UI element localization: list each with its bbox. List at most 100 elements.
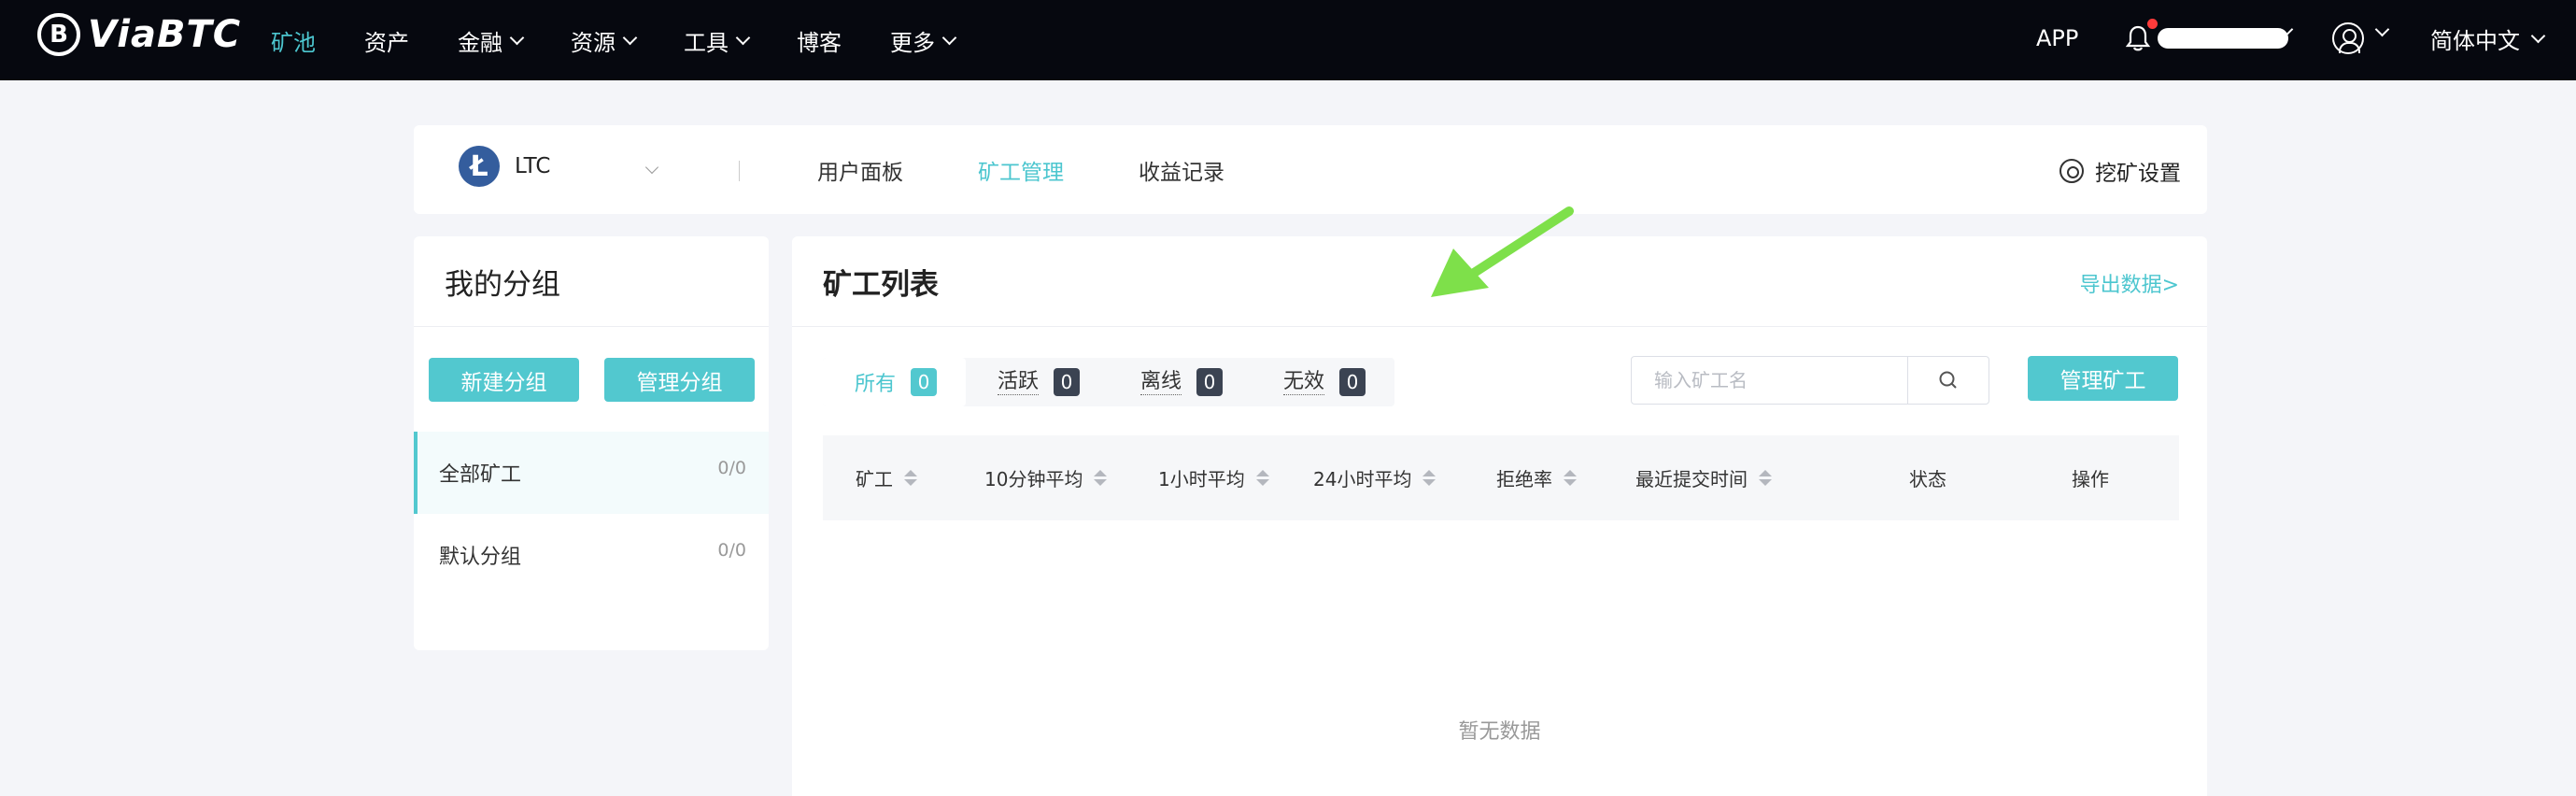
gear-icon bbox=[2059, 159, 2084, 183]
language-selector[interactable]: 简体中文 bbox=[2430, 22, 2546, 55]
litecoin-icon: Ł bbox=[459, 146, 500, 187]
column-1h-avg[interactable]: 1小时平均 bbox=[1158, 435, 1269, 520]
tab-all[interactable]: 所有 0 bbox=[823, 358, 966, 406]
notification-dot bbox=[2147, 19, 2158, 29]
group-label: 默认分组 bbox=[439, 546, 522, 569]
group-count: 0/0 bbox=[717, 540, 746, 561]
nav-item-assets[interactable]: 资产 bbox=[364, 24, 409, 57]
group-item-all[interactable]: 全部矿工 0/0 bbox=[414, 432, 769, 514]
column-label: 状态 bbox=[1909, 468, 1946, 490]
search-icon bbox=[1939, 371, 1957, 389]
sort-icon[interactable] bbox=[904, 470, 917, 486]
tab-miner-management[interactable]: 矿工管理 bbox=[978, 154, 1064, 186]
coin-selector[interactable]: Ł LTC bbox=[459, 146, 550, 187]
annotation-arrow bbox=[1431, 206, 1574, 297]
group-item-default[interactable]: 默认分组 0/0 bbox=[414, 514, 769, 596]
mining-settings-button[interactable]: 挖矿设置 bbox=[2059, 155, 2181, 187]
nav-item-blog[interactable]: 博客 bbox=[797, 24, 842, 57]
divider bbox=[414, 326, 769, 327]
nav-item-label: 资产 bbox=[364, 29, 409, 56]
nav-item-label: 工具 bbox=[684, 29, 729, 56]
chevron-down-icon bbox=[735, 30, 751, 45]
nav-item-label: 更多 bbox=[890, 29, 935, 56]
main-nav: 矿池 资产 金融 资源 工具 博客 更多 bbox=[271, 0, 1003, 80]
brand-name: ViaBTC bbox=[88, 13, 242, 56]
nav-item-resources[interactable]: 资源 bbox=[571, 24, 638, 57]
sort-icon[interactable] bbox=[1759, 470, 1772, 486]
miner-list-panel: 矿工列表 导出数据> 所有 0 活跃 0 离线 0 无效 0 管理矿工 bbox=[792, 236, 2207, 796]
sort-icon[interactable] bbox=[1255, 470, 1269, 486]
chevron-down-icon[interactable] bbox=[644, 160, 659, 175]
manage-groups-button[interactable]: 管理分组 bbox=[604, 358, 755, 402]
column-actions: 操作 bbox=[2072, 435, 2109, 520]
new-group-button[interactable]: 新建分组 bbox=[429, 358, 579, 402]
column-label: 矿工 bbox=[856, 468, 893, 490]
column-label: 拒绝率 bbox=[1496, 468, 1552, 490]
language-label: 简体中文 bbox=[2430, 28, 2520, 54]
chevron-down-icon bbox=[622, 30, 638, 45]
nav-item-label: 金融 bbox=[458, 29, 502, 56]
coin-bar: Ł LTC 用户面板 矿工管理 收益记录 挖矿设置 bbox=[414, 125, 2207, 214]
column-10min-avg[interactable]: 10分钟平均 bbox=[984, 435, 1108, 520]
empty-state-text: 暂无数据 bbox=[1458, 720, 1541, 744]
chevron-down-icon bbox=[2530, 28, 2546, 44]
column-label: 最近提交时间 bbox=[1635, 468, 1748, 490]
tab-earnings[interactable]: 收益记录 bbox=[1139, 154, 1224, 186]
sort-icon[interactable] bbox=[1564, 470, 1577, 486]
count-badge: 0 bbox=[1339, 368, 1366, 396]
sub-nav: 用户面板 矿工管理 收益记录 bbox=[817, 125, 1224, 214]
count-badge: 0 bbox=[1054, 368, 1081, 396]
sort-icon[interactable] bbox=[1094, 470, 1108, 486]
manage-miners-button[interactable]: 管理矿工 bbox=[2028, 356, 2178, 401]
nav-item-label: 博客 bbox=[797, 29, 842, 56]
tab-offline[interactable]: 离线 0 bbox=[1109, 358, 1252, 406]
groups-panel: 我的分组 新建分组 管理分组 全部矿工 0/0 默认分组 0/0 bbox=[414, 236, 769, 650]
tab-active[interactable]: 活跃 0 bbox=[966, 358, 1109, 406]
group-label: 全部矿工 bbox=[439, 463, 522, 487]
column-label: 操作 bbox=[2072, 468, 2109, 490]
column-label: 1小时平均 bbox=[1158, 468, 1245, 490]
bell-icon[interactable] bbox=[2125, 24, 2151, 52]
nav-item-more[interactable]: 更多 bbox=[890, 24, 957, 57]
column-miner[interactable]: 矿工 bbox=[856, 435, 917, 520]
app-link[interactable]: APP bbox=[2036, 25, 2078, 51]
count-badge: 0 bbox=[911, 368, 938, 396]
miner-table-header: 矿工 10分钟平均 1小时平均 24小时平均 拒绝率 最近提交时间 状态 操作 bbox=[823, 435, 2179, 520]
column-status: 状态 bbox=[1909, 435, 1946, 520]
tab-label: 活跃 bbox=[998, 369, 1040, 395]
nav-item-finance[interactable]: 金融 bbox=[458, 24, 525, 57]
user-icon[interactable] bbox=[2332, 22, 2364, 54]
tab-label: 离线 bbox=[1140, 369, 1182, 395]
nav-item-tools[interactable]: 工具 bbox=[684, 24, 751, 57]
nav-item-label: 矿池 bbox=[271, 29, 316, 56]
logo[interactable]: B ViaBTC bbox=[37, 13, 241, 56]
group-count: 0/0 bbox=[717, 458, 746, 478]
mining-settings-label: 挖矿设置 bbox=[2095, 162, 2181, 186]
miner-search bbox=[1631, 356, 1989, 405]
column-label: 10分钟平均 bbox=[984, 468, 1083, 490]
tab-label: 无效 bbox=[1283, 369, 1325, 395]
nav-item-pool[interactable]: 矿池 bbox=[271, 24, 316, 57]
sort-icon[interactable] bbox=[1422, 470, 1437, 486]
bitcoin-logo-icon: B bbox=[37, 13, 80, 56]
account-name-redacted[interactable] bbox=[2158, 28, 2288, 49]
chevron-down-icon[interactable] bbox=[2374, 21, 2390, 37]
miner-list-title: 矿工列表 bbox=[823, 268, 939, 302]
chevron-down-icon bbox=[941, 30, 957, 45]
nav-item-label: 资源 bbox=[571, 29, 616, 56]
groups-title: 我的分组 bbox=[445, 268, 560, 302]
top-navbar: B ViaBTC 矿池 资产 金融 资源 工具 博客 更多 APP 简体中文 bbox=[0, 0, 2576, 80]
column-24h-avg[interactable]: 24小时平均 bbox=[1313, 435, 1437, 520]
column-reject-rate[interactable]: 拒绝率 bbox=[1496, 435, 1577, 520]
column-last-submit[interactable]: 最近提交时间 bbox=[1635, 435, 1772, 520]
search-input[interactable] bbox=[1632, 357, 1908, 404]
export-data-link[interactable]: 导出数据> bbox=[2080, 268, 2179, 298]
coin-symbol: LTC bbox=[515, 154, 551, 178]
divider bbox=[739, 161, 740, 181]
miner-status-tabs: 所有 0 活跃 0 离线 0 无效 0 bbox=[823, 358, 1394, 406]
column-label: 24小时平均 bbox=[1313, 468, 1412, 490]
tab-dashboard[interactable]: 用户面板 bbox=[817, 154, 903, 186]
tab-label: 所有 bbox=[855, 373, 897, 396]
search-button[interactable] bbox=[1908, 357, 1989, 404]
tab-invalid[interactable]: 无效 0 bbox=[1252, 358, 1394, 406]
